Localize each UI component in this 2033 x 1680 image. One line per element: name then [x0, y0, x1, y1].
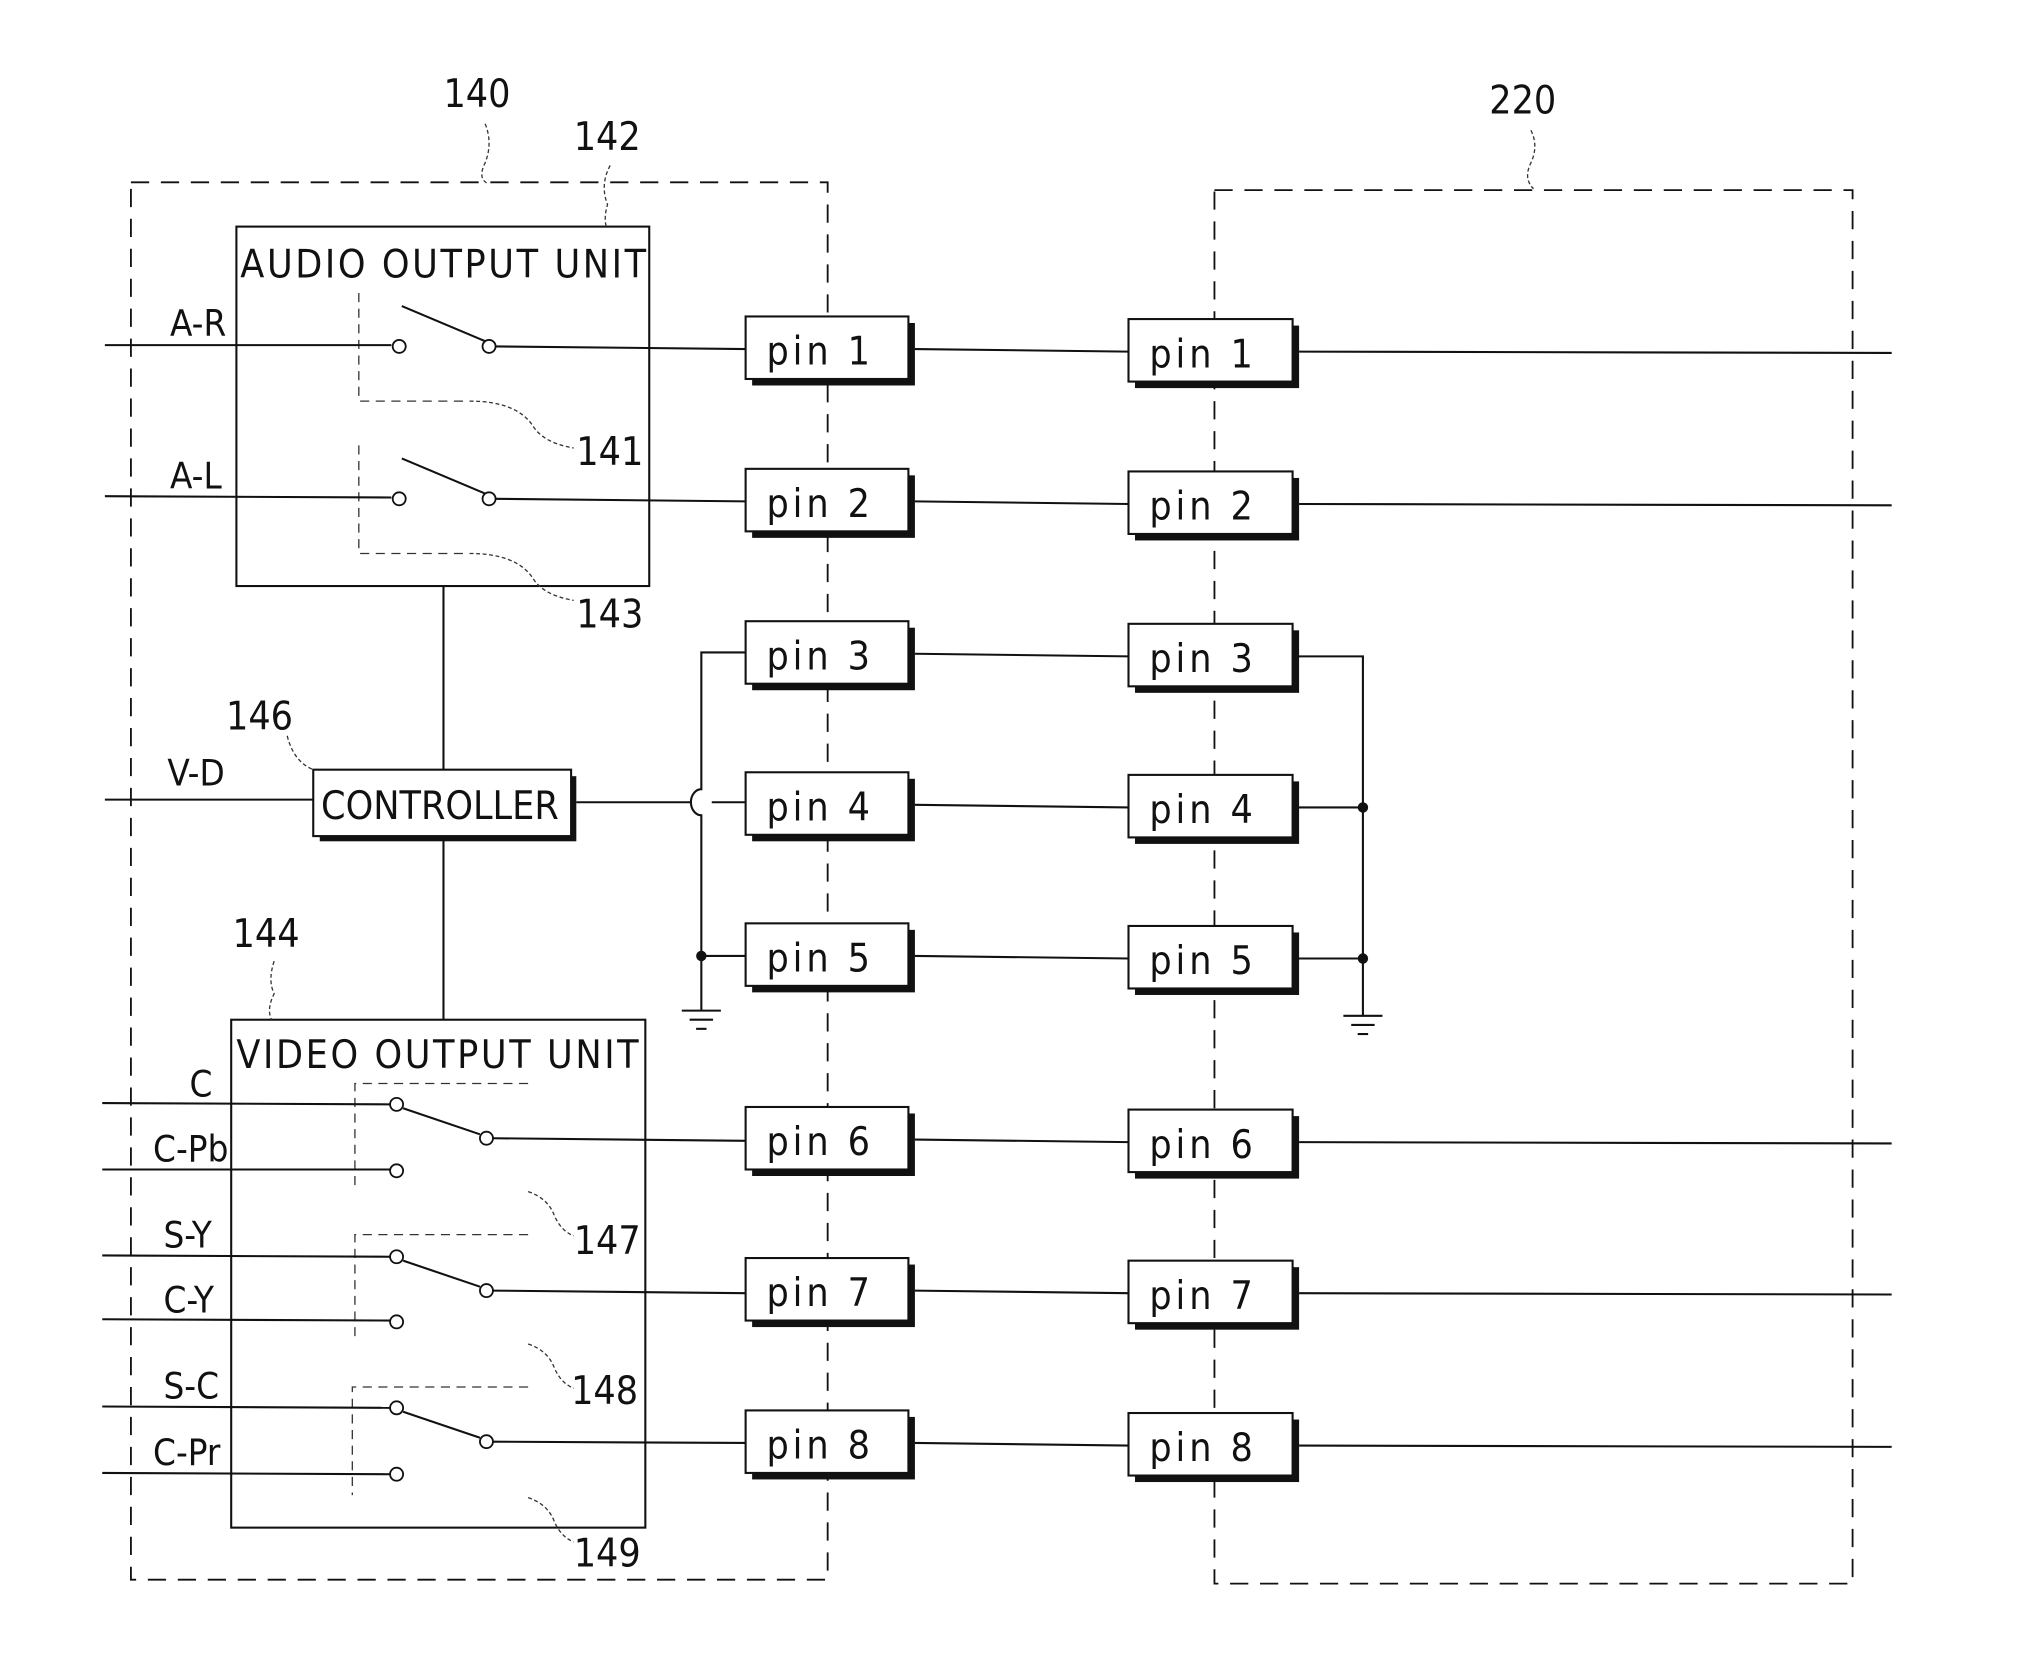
right-pin-5: pin 5 [1127, 924, 1300, 995]
right-ground-net [1295, 655, 1383, 1036]
input-label-c-y: C-Y [163, 1279, 214, 1322]
left-ground-net [681, 651, 746, 1030]
left-pin-4: pin 4 [744, 771, 915, 842]
left-pin-3: pin 3 [744, 620, 915, 691]
pin-label: pin 2 [766, 482, 873, 527]
left-pin-1: pin 1 [744, 315, 915, 386]
right-pin-6: pin 6 [1127, 1108, 1300, 1179]
pin-link-7 [914, 1289, 1129, 1295]
pin-link-4 [914, 803, 1129, 809]
output-line-6 [1299, 1141, 1892, 1145]
leader-220 [1526, 129, 1536, 190]
pin-label: pin 5 [1149, 939, 1256, 984]
leader-146 [286, 735, 314, 771]
left-pin-6: pin 6 [744, 1105, 915, 1176]
input-label-s-y: S-Y [163, 1214, 212, 1257]
pin-link-1 [914, 347, 1129, 353]
pin-label: pin 7 [1149, 1274, 1256, 1319]
leader-142 [603, 165, 611, 227]
output-line-1 [1299, 350, 1892, 354]
input-label-c: C [190, 1063, 213, 1106]
video-unit-title: VIDEO OUTPUT UNIT [236, 1033, 641, 1078]
ref-149: 149 [574, 1532, 641, 1577]
ref-144: 144 [233, 912, 300, 957]
pin-label: pin 6 [1149, 1123, 1256, 1168]
controller-title: CONTROLLER [321, 784, 559, 829]
ref-140: 140 [443, 72, 510, 117]
output-line-8 [1299, 1444, 1892, 1448]
left-pin-7: pin 7 [744, 1257, 915, 1328]
pin-link-2 [914, 500, 1129, 506]
pin-label: pin 8 [766, 1424, 873, 1469]
input-label-a-l: A-L [170, 454, 222, 497]
pin-link-3 [914, 652, 1129, 658]
input-label-s-c: S-C [163, 1365, 219, 1408]
right-pin-8: pin 8 [1127, 1411, 1300, 1483]
pin-links [914, 347, 1892, 1448]
connector-220-boundary [1213, 189, 1854, 1585]
output-line-7 [1299, 1292, 1892, 1296]
right-pin-2: pin 2 [1127, 470, 1300, 541]
ref-143: 143 [576, 593, 643, 638]
right-pin-3: pin 3 [1127, 622, 1300, 693]
pin-label: pin 3 [1149, 637, 1256, 682]
pin-label: pin 4 [766, 785, 873, 830]
pin-label: pin 1 [766, 330, 873, 375]
leader-144 [268, 960, 275, 1021]
pin-link-6 [914, 1138, 1129, 1144]
leader-140 [481, 123, 490, 185]
pin-label: pin 3 [766, 634, 873, 679]
pin-label: pin 5 [766, 937, 873, 982]
pin-link-5 [914, 954, 1129, 960]
left-pin-2: pin 2 [744, 467, 915, 538]
left-pin-8: pin 8 [744, 1409, 915, 1480]
input-label-v-d: V-D [167, 751, 224, 794]
ref-142: 142 [574, 115, 641, 160]
pin-label: pin 1 [1149, 332, 1256, 377]
right-pin-1: pin 1 [1127, 318, 1300, 389]
right-pin-4: pin 4 [1127, 773, 1300, 844]
pin-label: pin 2 [1149, 485, 1256, 530]
ref-147: 147 [574, 1219, 641, 1264]
input-label-c-pr: C-Pr [153, 1431, 221, 1474]
left-pin-column: pin 1 pin 2 pin 3 pin 4 pin 5 pin 6 pin 7 pin 8 [744, 315, 915, 1480]
ref-146: 146 [226, 694, 293, 739]
pin-link-8 [914, 1441, 1129, 1447]
ref-141: 141 [576, 430, 643, 475]
ref-148: 148 [571, 1369, 638, 1414]
right-pin-column: pin 1 pin 2 pin 3 pin 4 pin 5 pin 6 pin 7 pin 8 [1127, 318, 1300, 1483]
pin-label: pin 8 [1149, 1426, 1256, 1471]
ref-220: 220 [1489, 78, 1556, 123]
video-output-unit [230, 1018, 647, 1529]
junction-dot [696, 950, 707, 962]
pin-label: pin 7 [766, 1271, 873, 1316]
audio-unit-title: AUDIO OUTPUT UNIT [240, 242, 648, 287]
input-label-a-r: A-R [170, 302, 226, 345]
output-line-2 [1299, 502, 1892, 507]
left-pin-5: pin 5 [744, 922, 915, 993]
circuit-diagram: 140 220 AUDIO OUTPUT UNIT 142 A-R 141 A-… [102, 72, 1892, 1585]
input-label-c-pb: C-Pb [153, 1128, 228, 1171]
pin-label: pin 6 [766, 1120, 873, 1165]
right-pin-7: pin 7 [1127, 1259, 1300, 1330]
pin-label: pin 4 [1149, 788, 1256, 833]
